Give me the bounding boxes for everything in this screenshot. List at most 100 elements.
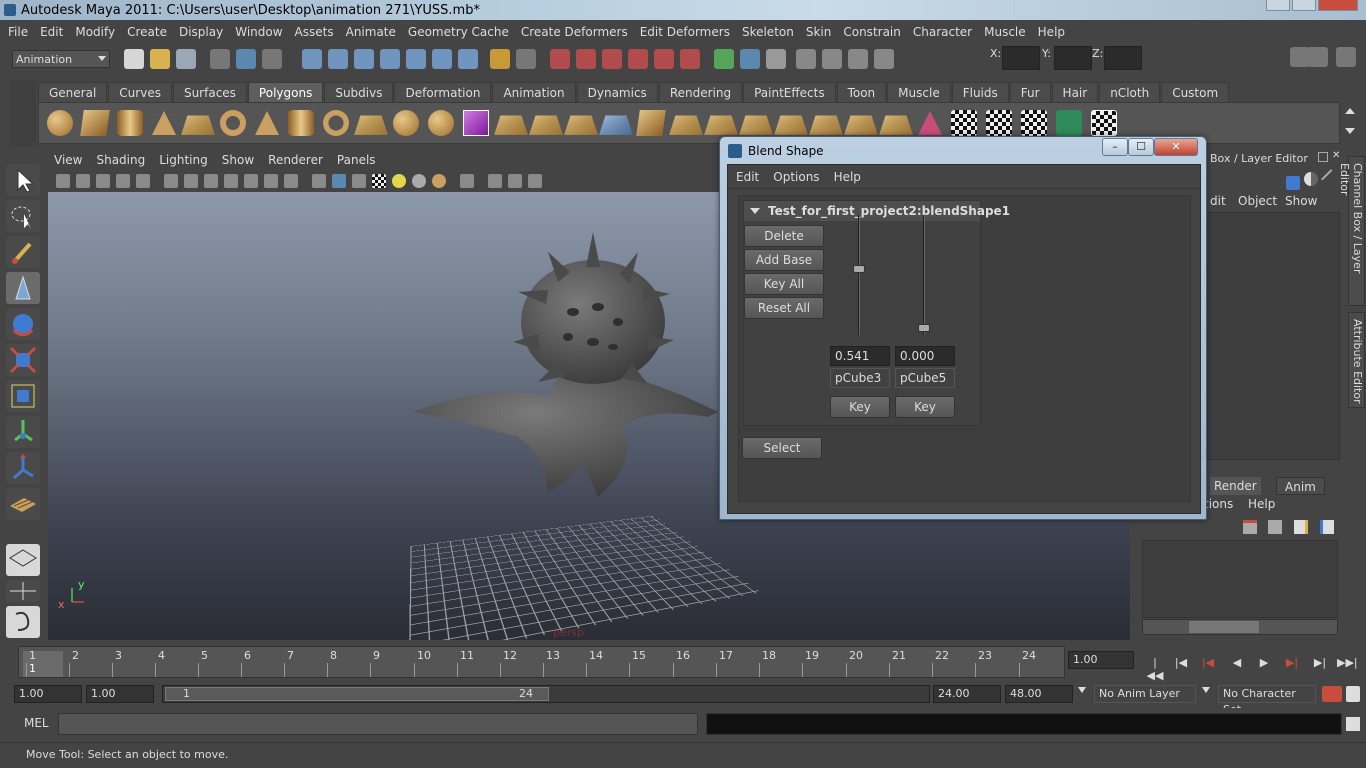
merge-icon[interactable]	[739, 116, 773, 135]
uv-editor-icon[interactable]	[951, 110, 977, 136]
help-icon[interactable]	[458, 49, 478, 69]
shelf-tab-ncloth[interactable]: nCloth	[1099, 82, 1160, 102]
select-mask-icon[interactable]	[516, 49, 536, 69]
menu-create-deformers[interactable]: Create Deformers	[517, 25, 636, 39]
textured-icon[interactable]	[372, 174, 386, 188]
mel-label[interactable]: MEL	[24, 716, 49, 730]
safe-action-icon[interactable]	[264, 174, 278, 188]
shelf-tab-curves[interactable]: Curves	[108, 82, 172, 102]
snap-curve-icon[interactable]	[328, 49, 348, 69]
symmetry-icon[interactable]	[528, 174, 542, 188]
panel-menu-renderer[interactable]: Renderer	[268, 153, 323, 167]
menu-display[interactable]: Display	[175, 25, 231, 39]
use-all-lights-icon[interactable]	[392, 174, 406, 188]
close-panel-icon[interactable]: ✕	[1332, 152, 1342, 162]
separate-icon[interactable]	[393, 110, 419, 136]
universal-manip-icon[interactable]	[6, 380, 40, 412]
insert-edge-loop-icon[interactable]	[636, 110, 666, 136]
poly-cube-icon[interactable]	[80, 110, 110, 136]
dialog-minimize-button[interactable]: –	[1102, 138, 1128, 156]
poly-cylinder-icon[interactable]	[117, 110, 143, 136]
snap-surface-icon[interactable]	[406, 49, 426, 69]
tab-channel-box[interactable]: Channel Box / Layer Editor	[1348, 156, 1365, 306]
end-time-field[interactable]: 48.00	[1005, 685, 1073, 703]
maximize-icon[interactable]	[1292, 0, 1316, 11]
panel-menu-panels[interactable]: Panels	[337, 153, 376, 167]
select-hierarchy-icon[interactable]	[210, 49, 230, 69]
camera-attributes-icon[interactable]	[76, 174, 90, 188]
attribute-editor-icon[interactable]	[1336, 47, 1356, 67]
weight-thumb-pcube3[interactable]	[853, 265, 865, 273]
panel-menu-view[interactable]: View	[54, 153, 82, 167]
slide-edge-icon[interactable]	[704, 116, 738, 135]
field-chart-icon[interactable]	[244, 174, 258, 188]
append-icon[interactable]	[564, 116, 598, 135]
gate-mask-icon[interactable]	[224, 174, 238, 188]
menu-edit[interactable]: Edit	[36, 25, 71, 39]
x-field[interactable]	[1002, 46, 1040, 70]
shelf-tab-fur[interactable]: Fur	[1010, 82, 1051, 102]
layer-tab-render[interactable]: Render	[1210, 477, 1261, 495]
render-cam-icon[interactable]	[874, 49, 894, 69]
shelf-tab-general[interactable]: General	[38, 82, 107, 102]
single-perspective-icon[interactable]	[6, 544, 40, 576]
ipr-icon[interactable]	[766, 49, 786, 69]
minimize-icon[interactable]	[1266, 0, 1290, 11]
two-d-pan-icon[interactable]	[136, 174, 150, 188]
camera-select-icon[interactable]	[56, 174, 70, 188]
step-back-key-icon[interactable]: |◀	[1172, 656, 1190, 670]
xray-icon[interactable]	[488, 174, 502, 188]
weight-slider-pcube3[interactable]	[858, 215, 860, 335]
xray-joints-icon[interactable]	[508, 174, 522, 188]
playback-end-field[interactable]: 24.00	[933, 685, 1001, 703]
poly-platonic-icon[interactable]	[323, 110, 349, 136]
render-globals-icon[interactable]	[848, 49, 868, 69]
scale-tool-icon[interactable]	[6, 344, 40, 376]
last-tool-icon[interactable]	[6, 488, 40, 520]
show-manip-icon[interactable]	[6, 452, 40, 484]
dialog-menu-edit[interactable]: Edit	[736, 170, 759, 184]
go-to-start-icon[interactable]: |◀◀	[1146, 656, 1164, 670]
shelf-tab-fluids[interactable]: Fluids	[952, 82, 1009, 102]
shelf-tab-animation[interactable]: Animation	[492, 82, 575, 102]
menuset-dropdown[interactable]: Animation	[12, 50, 110, 68]
menu-skin[interactable]: Skin	[802, 25, 840, 39]
range-bar[interactable]: 1 24	[162, 685, 930, 703]
step-forward-key-icon[interactable]: ▶|	[1311, 656, 1329, 670]
select-component-icon[interactable]	[262, 49, 282, 69]
hypershade-icon[interactable]	[822, 49, 842, 69]
animation-prefs-icon[interactable]	[1346, 686, 1360, 702]
reset-all-button[interactable]: Reset All	[744, 297, 824, 319]
close-icon[interactable]	[1318, 0, 1358, 11]
channel-menu-edit[interactable]: dit	[1210, 194, 1226, 208]
high-quality-icon[interactable]	[432, 174, 446, 188]
key-button-pcube3[interactable]: Key	[830, 396, 890, 418]
z-field[interactable]	[1104, 46, 1142, 70]
isolate-select-icon[interactable]	[460, 174, 474, 188]
dialog-menu-options[interactable]: Options	[773, 170, 819, 184]
weight-field-pcube5[interactable]: 0.000	[895, 346, 955, 366]
shelf-tab-dynamics[interactable]: Dynamics	[577, 82, 658, 102]
wedge-icon[interactable]	[879, 116, 913, 135]
safe-title-icon[interactable]	[284, 174, 298, 188]
extrude-icon[interactable]	[494, 116, 528, 135]
resolution-gate-icon[interactable]	[204, 174, 218, 188]
y-field[interactable]	[1054, 46, 1092, 70]
open-scene-icon[interactable]	[150, 49, 170, 69]
lasso-tool-icon[interactable]	[6, 200, 40, 232]
pick-mask-icon[interactable]	[432, 49, 452, 69]
playback-start-field[interactable]: 1.00	[86, 685, 154, 703]
key-all-button[interactable]: Key All	[744, 273, 824, 295]
layer-list[interactable]	[1142, 540, 1338, 618]
menu-muscle[interactable]: Muscle	[980, 25, 1034, 39]
dialog-maximize-button[interactable]: ☐	[1128, 138, 1154, 156]
menu-geometry-cache[interactable]: Geometry Cache	[404, 25, 517, 39]
script-editor-icon[interactable]	[1346, 717, 1360, 731]
anim-layer-dropdown-icon[interactable]	[1078, 687, 1086, 693]
poly-plane-icon[interactable]	[181, 116, 215, 135]
magnet-icon[interactable]	[602, 49, 622, 69]
panel-menu-lighting[interactable]: Lighting	[159, 153, 208, 167]
new-layer-icon[interactable]	[1243, 520, 1257, 534]
menu-modify[interactable]: Modify	[71, 25, 123, 39]
grid-toggle-icon[interactable]	[164, 174, 178, 188]
